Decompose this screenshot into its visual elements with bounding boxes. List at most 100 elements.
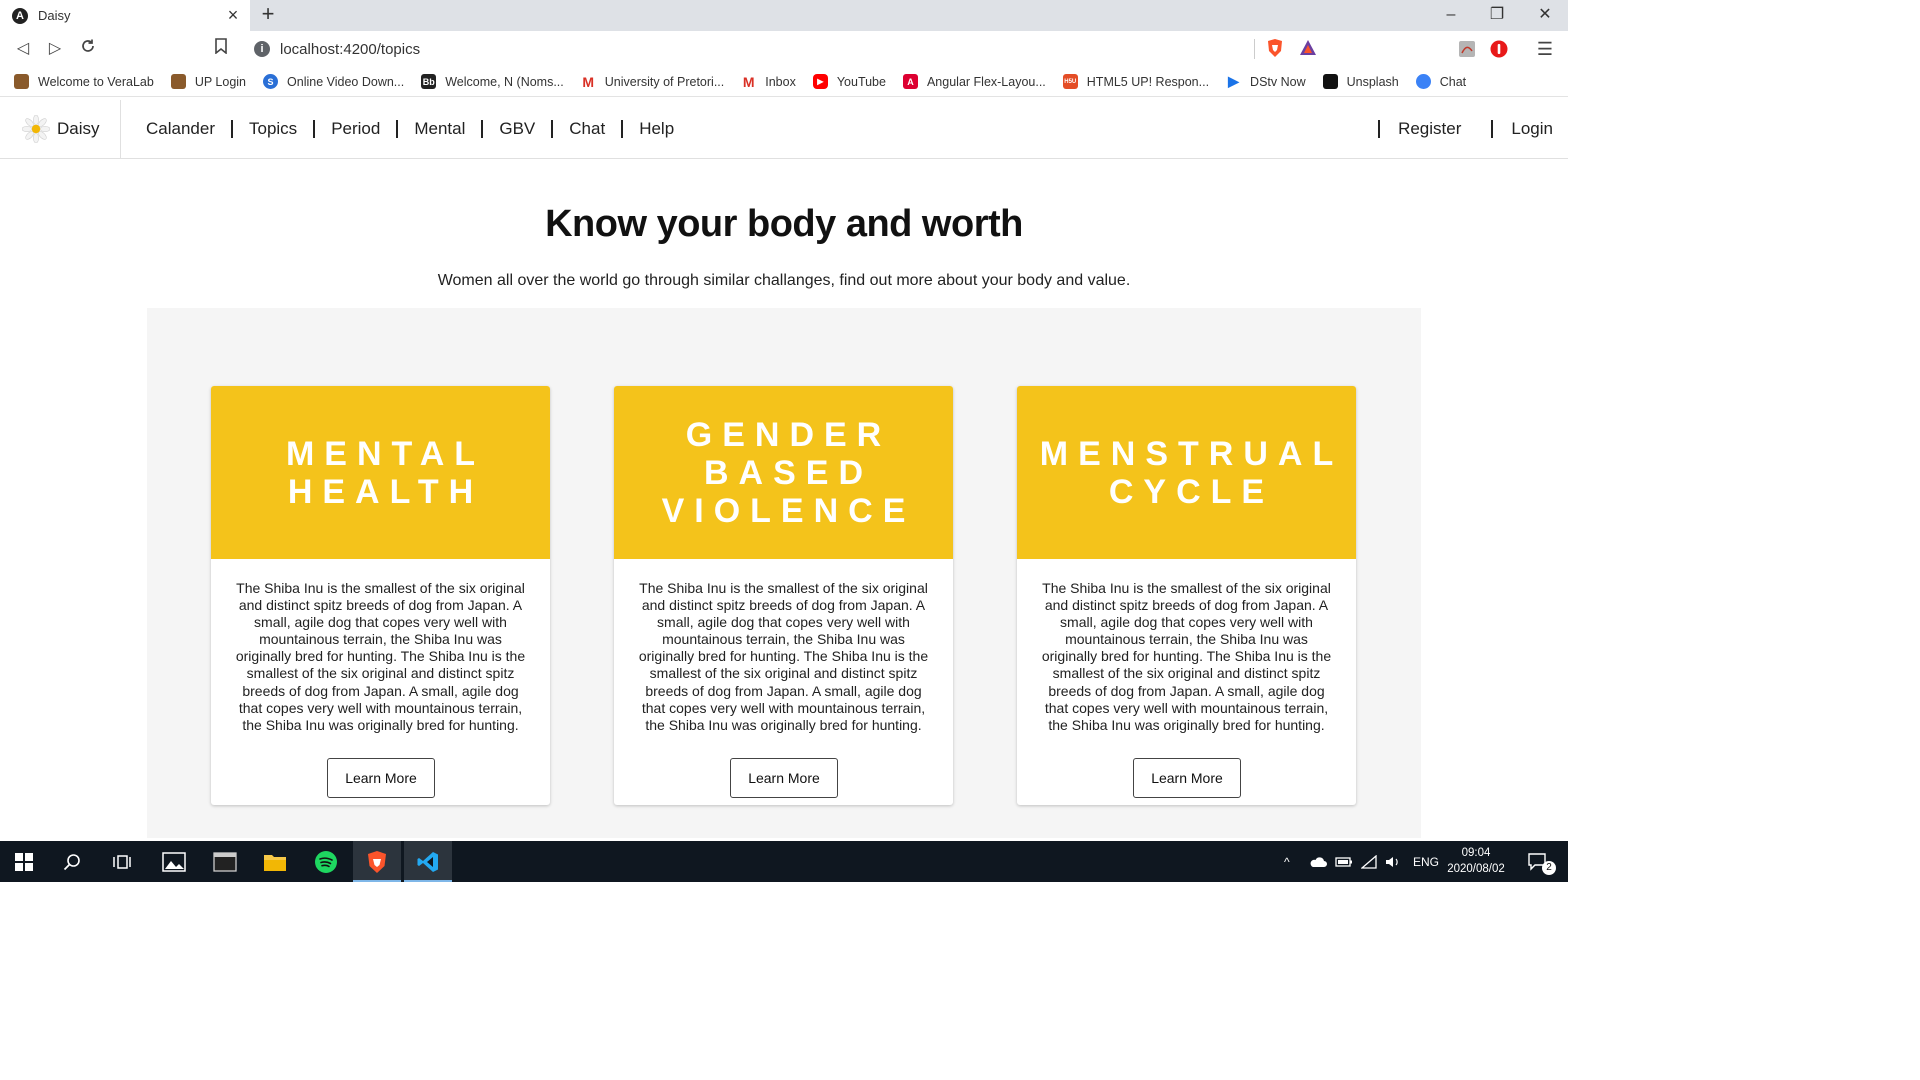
site-info-icon[interactable]: i (254, 41, 270, 57)
bookmark-item[interactable]: A Angular Flex-Layou... (902, 74, 1046, 89)
brave-shields-icon[interactable] (1266, 38, 1284, 58)
blackboard-icon: Bb (421, 74, 437, 89)
bookmark-item[interactable]: Welcome to VeraLab (14, 74, 154, 89)
back-button[interactable]: ◁ (12, 38, 34, 60)
browser-tab-daisy[interactable]: A Daisy × (0, 0, 250, 31)
card-description: The Shiba Inu is the smallest of the six… (638, 580, 929, 733)
card-banner: GENDER BASED VIOLENCE (614, 386, 953, 559)
bookmark-item[interactable]: Bb Welcome, N (Noms... (421, 74, 564, 89)
clock[interactable]: 09:04 2020/08/02 (1440, 845, 1512, 877)
topic-card-gender-based-violence: GENDER BASED VIOLENCE The Shiba Inu is t… (614, 386, 953, 805)
brave-app-button[interactable] (353, 841, 401, 882)
bookmark-label: Online Video Down... (287, 74, 405, 89)
terminal-icon (213, 851, 237, 872)
onedrive-icon[interactable] (1309, 856, 1327, 868)
clock-time: 09:04 (1461, 847, 1491, 859)
bookmark-item[interactable]: Chat (1415, 74, 1466, 89)
brave-rewards-icon[interactable] (1298, 38, 1318, 58)
spotify-app-button[interactable] (302, 841, 350, 882)
minimize-window-button[interactable]: – (1436, 4, 1466, 26)
bookmark-item[interactable]: H5U HTML5 UP! Respon... (1062, 74, 1210, 89)
reload-button[interactable] (77, 38, 99, 60)
browser-toolbar: ◁ ▷ i localhost:4200/topics ☰ (0, 31, 1568, 67)
bookmark-label: YouTube (836, 74, 886, 89)
register-link[interactable]: Register (1398, 119, 1461, 139)
bookmark-label: Welcome to VeraLab (38, 74, 154, 89)
bookmark-label: HTML5 UP! Respon... (1086, 74, 1210, 89)
topic-card-menstrual-cycle: MENSTRUAL CYCLE The Shiba Inu is the sma… (1017, 386, 1356, 805)
bookmark-item[interactable]: UP Login (170, 74, 246, 89)
card-banner-line: BASED (703, 453, 874, 492)
brand-name: Daisy (57, 119, 100, 138)
bookmark-item[interactable]: M Inbox (741, 74, 796, 90)
pdf-extension-icon[interactable] (1458, 40, 1476, 58)
file-explorer-button[interactable] (251, 841, 299, 882)
browser-menu-icon[interactable]: ☰ (1536, 37, 1554, 61)
search-icon (63, 853, 80, 870)
bookmark-label: University of Pretori... (604, 74, 725, 89)
card-banner: MENTAL HEALTH (211, 386, 550, 559)
page-subtitle: Women all over the world go through simi… (437, 272, 1131, 289)
daisy-logo-icon (22, 115, 50, 143)
battery-icon[interactable] (1335, 856, 1353, 868)
show-hidden-icons-icon[interactable]: ^ (1284, 855, 1298, 869)
nav-gbv[interactable]: GBV (499, 119, 535, 139)
bookmark-item[interactable]: Unsplash (1322, 74, 1399, 89)
bookmark-page-button[interactable] (210, 38, 232, 60)
nav-mental[interactable]: Mental (414, 119, 465, 139)
browser-tab-strip: A Daisy × + – ❐ ✕ (0, 0, 1568, 31)
adblock-extension-icon[interactable] (1490, 40, 1508, 58)
tab-title: Daisy (38, 8, 71, 23)
bookmark-item[interactable]: ▶ YouTube (812, 74, 886, 89)
bookmark-icon (215, 38, 227, 55)
learn-more-button[interactable]: Learn More (730, 758, 838, 798)
bookmark-label: DStv Now (1250, 74, 1306, 89)
bookmark-item[interactable]: M University of Pretori... (580, 74, 725, 90)
volume-icon[interactable] (1385, 855, 1401, 869)
task-view-button[interactable] (98, 841, 146, 882)
new-tab-button[interactable]: + (257, 3, 279, 26)
learn-more-button[interactable]: Learn More (1133, 758, 1241, 798)
close-tab-icon[interactable]: × (224, 6, 242, 24)
terminal-app-button[interactable] (201, 841, 249, 882)
bookmark-label: Inbox (765, 74, 796, 89)
address-bar[interactable]: i localhost:4200/topics (244, 35, 1332, 63)
card-banner-line: GENDER (685, 415, 892, 454)
nav-chat[interactable]: Chat (569, 119, 605, 139)
nav-calander[interactable]: Calander (146, 119, 215, 139)
restore-window-button[interactable]: ❐ (1482, 4, 1512, 26)
bookmark-label: Angular Flex-Layou... (926, 74, 1046, 89)
spotify-icon (315, 850, 337, 873)
bookmarks-bar: Welcome to VeraLab UP Login S Online Vide… (0, 67, 1568, 97)
learn-more-button[interactable]: Learn More (327, 758, 435, 798)
login-link[interactable]: Login (1511, 119, 1553, 139)
bookmark-item[interactable]: ▶ DStv Now (1226, 73, 1306, 89)
brand-link[interactable]: Daisy (0, 100, 121, 158)
card-banner-line: VIOLENCE (661, 491, 916, 530)
close-window-button[interactable]: ✕ (1530, 4, 1560, 26)
reload-icon (82, 39, 94, 52)
photos-icon (162, 851, 186, 872)
vscode-app-button[interactable] (404, 841, 452, 882)
start-button[interactable] (0, 841, 48, 882)
page-title: Know your body and worth (545, 203, 1023, 245)
nav-help[interactable]: Help (639, 119, 674, 139)
nav-topics[interactable]: Topics (249, 119, 297, 139)
chat-icon (1415, 74, 1431, 89)
url-text[interactable]: localhost:4200/topics (280, 41, 420, 58)
auth-nav: Register Login (1360, 100, 1553, 158)
photos-app-button[interactable] (150, 841, 198, 882)
system-tray: ^ ENG (1284, 841, 1439, 882)
search-button[interactable] (48, 841, 96, 882)
wifi-icon[interactable] (1361, 854, 1377, 869)
bookmark-item[interactable]: S Online Video Down... (263, 74, 404, 89)
card-banner-line: MENTAL (285, 434, 486, 473)
card-banner-line: HEALTH (287, 472, 484, 511)
unsplash-icon (1322, 74, 1338, 89)
nav-period[interactable]: Period (331, 119, 380, 139)
nav-divider (313, 120, 316, 138)
address-bar-divider (1254, 39, 1255, 59)
language-indicator[interactable]: ENG (1413, 855, 1439, 869)
action-center-button[interactable]: 2 (1514, 841, 1562, 882)
forward-button[interactable]: ▷ (44, 38, 66, 60)
